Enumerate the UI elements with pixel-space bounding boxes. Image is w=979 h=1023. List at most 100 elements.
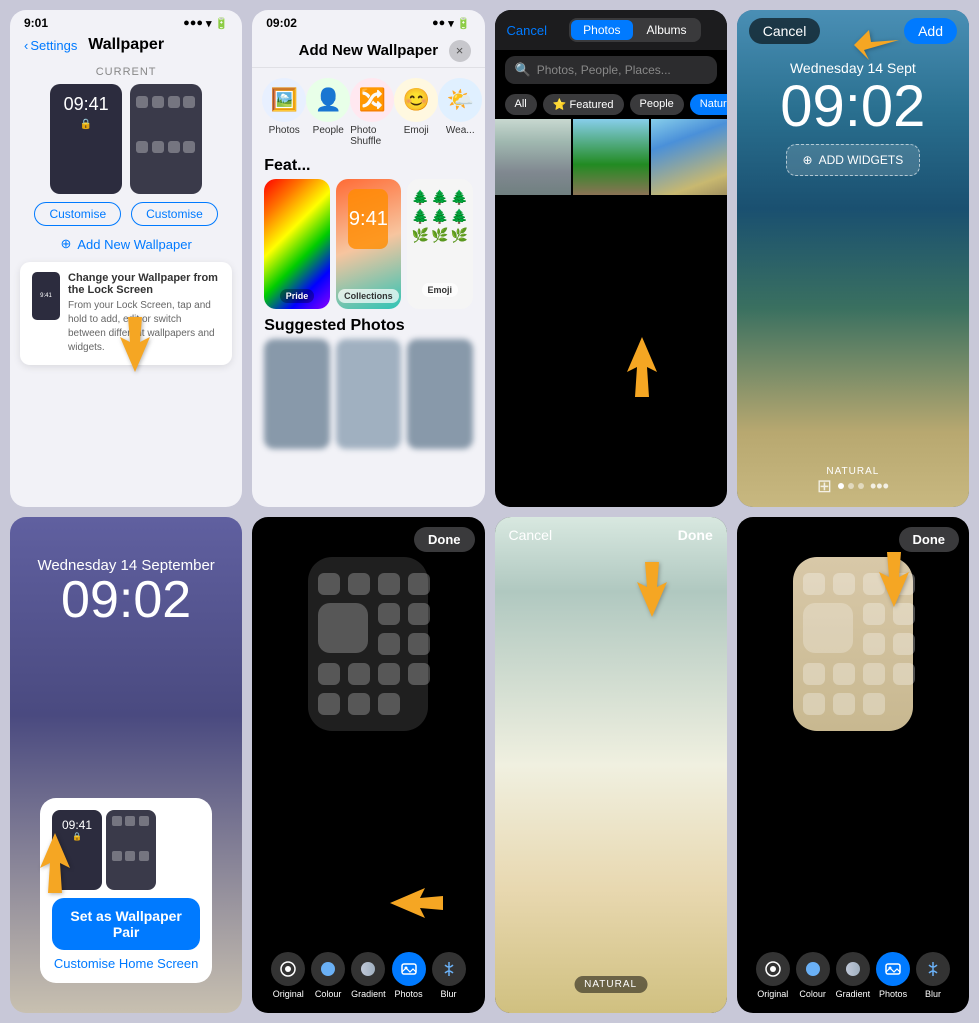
mini-app-2: [125, 816, 135, 826]
tooltip-box: 9:41 Change your Wallpaper from the Lock…: [20, 262, 232, 365]
tool-blur-8[interactable]: Blur: [916, 952, 950, 999]
shuffle-icon: 🔀: [350, 78, 394, 122]
photo-top-bar-7: Cancel Done: [495, 517, 727, 553]
done-button-6[interactable]: Done: [414, 527, 475, 552]
tool-original-8[interactable]: Original: [756, 952, 790, 999]
more-icon[interactable]: •••: [870, 476, 889, 497]
back-button[interactable]: ‹ Settings: [24, 38, 77, 53]
arrow-right-6: [385, 878, 445, 933]
tool-photos[interactable]: Photos: [392, 952, 426, 999]
photo-waterfall[interactable]: [495, 119, 571, 195]
bottom-toolbar-6: Original Colour Gradient Photos Blur: [252, 952, 484, 999]
suggested-photo-3[interactable]: [407, 339, 472, 449]
cell-home-customise: Done Original Colour: [252, 517, 484, 1014]
photo-background-7: [495, 517, 727, 1014]
blur-icon-8: [916, 952, 950, 986]
type-emoji[interactable]: 😊 Emoji: [394, 78, 438, 147]
app-icon-sm-1: [136, 96, 148, 108]
photos-icon: 🖼️: [262, 78, 306, 122]
add-new-label: Add New Wallpaper: [77, 237, 191, 252]
mini-app-4: [112, 851, 122, 861]
tool-photos-8[interactable]: Photos: [876, 952, 910, 999]
lock-icon: 🔒: [80, 119, 92, 130]
suggested-photo-2[interactable]: [336, 339, 401, 449]
tool-colour[interactable]: Colour: [311, 952, 345, 999]
mini-home-thumb[interactable]: [106, 810, 156, 890]
current-label: CURRENT: [10, 66, 242, 78]
tab-photos[interactable]: Photos: [571, 20, 632, 40]
tool-gradient-8[interactable]: Gradient: [836, 952, 871, 999]
home-icon-7: [378, 633, 400, 655]
mini-lock-time: 09:41: [62, 818, 92, 832]
back-label: Settings: [30, 38, 77, 53]
filter-all[interactable]: All: [505, 94, 537, 115]
lockscreen-time: 09:02: [780, 78, 925, 136]
suggested-photo-1[interactable]: [264, 339, 329, 449]
cancel-button-4[interactable]: Cancel: [749, 18, 821, 44]
set-wallpaper-pair-button[interactable]: Set as Wallpaper Pair: [52, 898, 200, 950]
original-icon: [271, 952, 305, 986]
add-new-wallpaper-button[interactable]: ⊕ Add New Wallpaper: [10, 236, 242, 252]
status-time-1: 9:01: [24, 16, 48, 30]
type-photo-shuffle[interactable]: 🔀 Photo Shuffle: [350, 78, 394, 147]
photo-river[interactable]: [651, 119, 727, 195]
type-people[interactable]: 👤 People: [306, 78, 350, 147]
home-icon-8-8: [893, 633, 915, 655]
featured-collections[interactable]: 9:41 Collections: [336, 179, 401, 309]
battery-icon: 🔋: [215, 17, 229, 30]
customise-home-button[interactable]: Customise: [131, 202, 218, 226]
tool-original[interactable]: Original: [271, 952, 305, 999]
cancel-button-7[interactable]: Cancel: [509, 527, 553, 543]
weather-label: Wea...: [446, 125, 475, 136]
photos-top-bar: Cancel Photos Albums: [495, 10, 727, 50]
lock-screen-thumb[interactable]: 09:41 🔒: [50, 84, 122, 194]
home-icon-8-10: [833, 663, 855, 685]
tool-colour-8[interactable]: Colour: [796, 952, 830, 999]
home-icon-2: [348, 573, 370, 595]
search-bar[interactable]: 🔍 Photos, People, Places...: [505, 56, 717, 84]
filter-nature[interactable]: Nature: [690, 94, 727, 115]
home-icon-8-1: [803, 573, 825, 595]
top-actions-bar: Cancel Add: [737, 10, 969, 52]
home-icon-14: [348, 693, 370, 715]
modal-header: Add New Wallpaper ×: [252, 34, 484, 68]
status-time-2: 09:02: [266, 16, 297, 30]
add-button-4[interactable]: Add: [904, 18, 957, 44]
bottom-toolbar-8: Original Colour Gradient Photos Blur: [737, 952, 969, 999]
photos-cancel-button[interactable]: Cancel: [507, 23, 547, 38]
featured-section-label: Feat...: [252, 151, 484, 179]
tool-blur[interactable]: Blur: [432, 952, 466, 999]
customise-home-screen-link[interactable]: Customise Home Screen: [52, 956, 200, 971]
colour-label: Colour: [315, 989, 342, 999]
modal-close-button[interactable]: ×: [449, 40, 471, 62]
featured-pride[interactable]: Pride: [264, 179, 329, 309]
customise-lock-button[interactable]: Customise: [34, 202, 121, 226]
tool-gradient[interactable]: Gradient: [351, 952, 386, 999]
tooltip-text: Change your Wallpaper from the Lock Scre…: [68, 272, 220, 355]
done-button-8[interactable]: Done: [899, 527, 960, 552]
home-screen-thumb[interactable]: [130, 84, 202, 194]
mini-preview: 09:41 🔒: [52, 810, 156, 890]
add-widgets-bar[interactable]: ⊕ ADD WIDGETS: [786, 144, 921, 176]
photo-landscape[interactable]: [573, 119, 649, 195]
featured-emoji[interactable]: 🌲🌲🌲 🌲🌲🌲 🌿🌿🌿 Emoji: [407, 179, 472, 309]
app-icon-sm-8: [183, 141, 195, 153]
card-content: 09:41 🔒: [52, 810, 200, 890]
tooltip-title: Change your Wallpaper from the Lock Scre…: [68, 272, 220, 296]
mini-lock-thumb[interactable]: 09:41 🔒: [52, 810, 102, 890]
gallery-icon[interactable]: ⊞: [817, 476, 832, 497]
tab-albums[interactable]: Albums: [635, 20, 699, 40]
filter-people[interactable]: People: [630, 94, 684, 115]
filter-featured[interactable]: ⭐ Featured: [543, 94, 624, 115]
photos-label: Photos: [269, 125, 300, 136]
original-icon-8: [756, 952, 790, 986]
wallpaper-buttons: Customise Customise: [10, 202, 242, 226]
search-placeholder: Photos, People, Places...: [537, 63, 671, 77]
home-icon-8-9: [803, 663, 825, 685]
type-weather[interactable]: 🌤️ Wea...: [438, 78, 482, 147]
type-photos[interactable]: 🖼️ Photos: [262, 78, 306, 147]
done-button-7[interactable]: Done: [678, 527, 713, 543]
search-icon: 🔍: [515, 62, 531, 78]
add-widgets-label: ADD WIDGETS: [819, 153, 904, 167]
signal-icon-2: ●●: [432, 17, 445, 29]
